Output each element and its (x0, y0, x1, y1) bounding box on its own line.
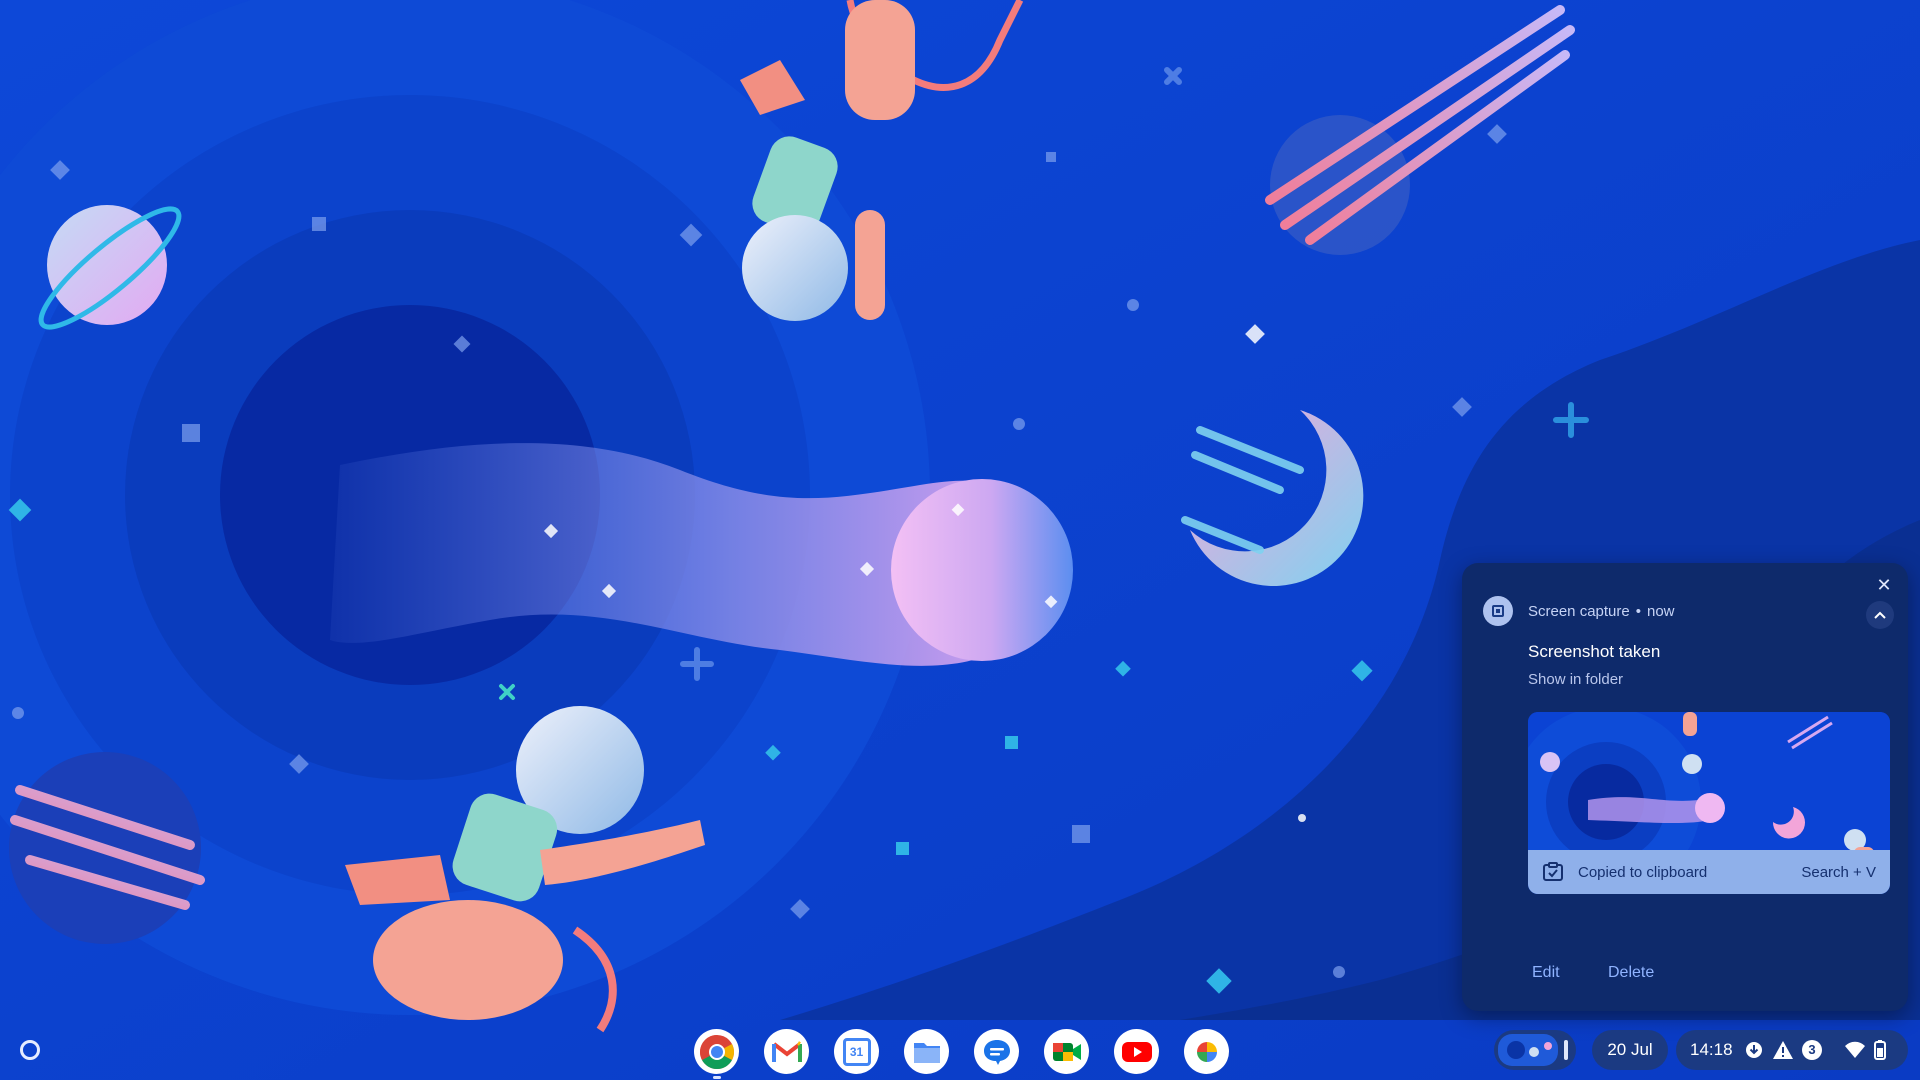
chrome-app[interactable] (694, 1029, 739, 1079)
launcher-icon (20, 1040, 40, 1060)
shelf: 31 20 Jul 14:18 3 (0, 1020, 1920, 1080)
files-app[interactable] (904, 1029, 949, 1074)
calendar-app[interactable]: 31 (834, 1029, 879, 1074)
chrome-icon (699, 1034, 734, 1069)
holding-space-button[interactable] (1494, 1030, 1576, 1070)
gmail-icon (771, 1040, 802, 1062)
update-available-icon (1746, 1042, 1762, 1058)
edit-button[interactable]: Edit (1532, 964, 1560, 982)
gmail-app[interactable] (764, 1029, 809, 1074)
meet-app[interactable] (1044, 1029, 1089, 1074)
clipboard-label: Copied to clipboard (1578, 864, 1708, 881)
warning-icon (1773, 1041, 1793, 1059)
close-icon[interactable]: ✕ (1874, 575, 1894, 595)
recent-screenshot-thumbnail (1498, 1034, 1568, 1066)
clipboard-bar: Copied to clipboard Search + V (1528, 850, 1890, 894)
date-tray[interactable]: 20 Jul (1592, 1030, 1668, 1070)
battery-icon (1874, 1040, 1886, 1060)
messages-icon (983, 1039, 1010, 1065)
notification-count-badge: 3 (1802, 1040, 1822, 1060)
notification-app-name: Screen capture (1528, 603, 1630, 620)
clipboard-shortcut: Search + V (1801, 864, 1876, 881)
header-separator: • (1635, 603, 1641, 620)
desktop: Screen capture • now ✕ Screenshot taken Sh… (0, 0, 1920, 1080)
files-icon (913, 1042, 940, 1063)
clock: 14:18 (1690, 1040, 1733, 1059)
youtube-icon (1121, 1041, 1152, 1062)
meet-icon (1052, 1042, 1081, 1061)
notification-time: now (1647, 603, 1675, 620)
status-tray[interactable]: 14:18 3 (1676, 1030, 1908, 1070)
chevron-up-icon (1874, 611, 1886, 619)
wifi-icon (1845, 1041, 1865, 1058)
collapse-button[interactable] (1866, 601, 1894, 629)
screenshot-preview[interactable]: Copied to clipboard Search + V (1528, 712, 1890, 894)
calendar-icon: 31 (842, 1037, 871, 1066)
messages-app[interactable] (974, 1029, 1019, 1074)
screen-capture-icon (1483, 596, 1513, 626)
notification-title: Screenshot taken (1528, 642, 1661, 661)
photos-icon (1196, 1041, 1217, 1062)
launcher-button[interactable] (14, 1034, 46, 1066)
screenshot-notification[interactable]: Screen capture • now ✕ Screenshot taken Sh… (1462, 563, 1908, 1011)
youtube-app[interactable] (1114, 1029, 1159, 1074)
show-in-folder-link[interactable]: Show in folder (1528, 671, 1623, 688)
pinned-apps: 31 (694, 1029, 1229, 1079)
delete-button[interactable]: Delete (1608, 964, 1654, 982)
clipboard-check-icon (1543, 862, 1563, 881)
notification-header: Screen capture • now (1528, 603, 1675, 620)
photos-app[interactable] (1184, 1029, 1229, 1074)
calendar-day: 31 (849, 1044, 864, 1059)
